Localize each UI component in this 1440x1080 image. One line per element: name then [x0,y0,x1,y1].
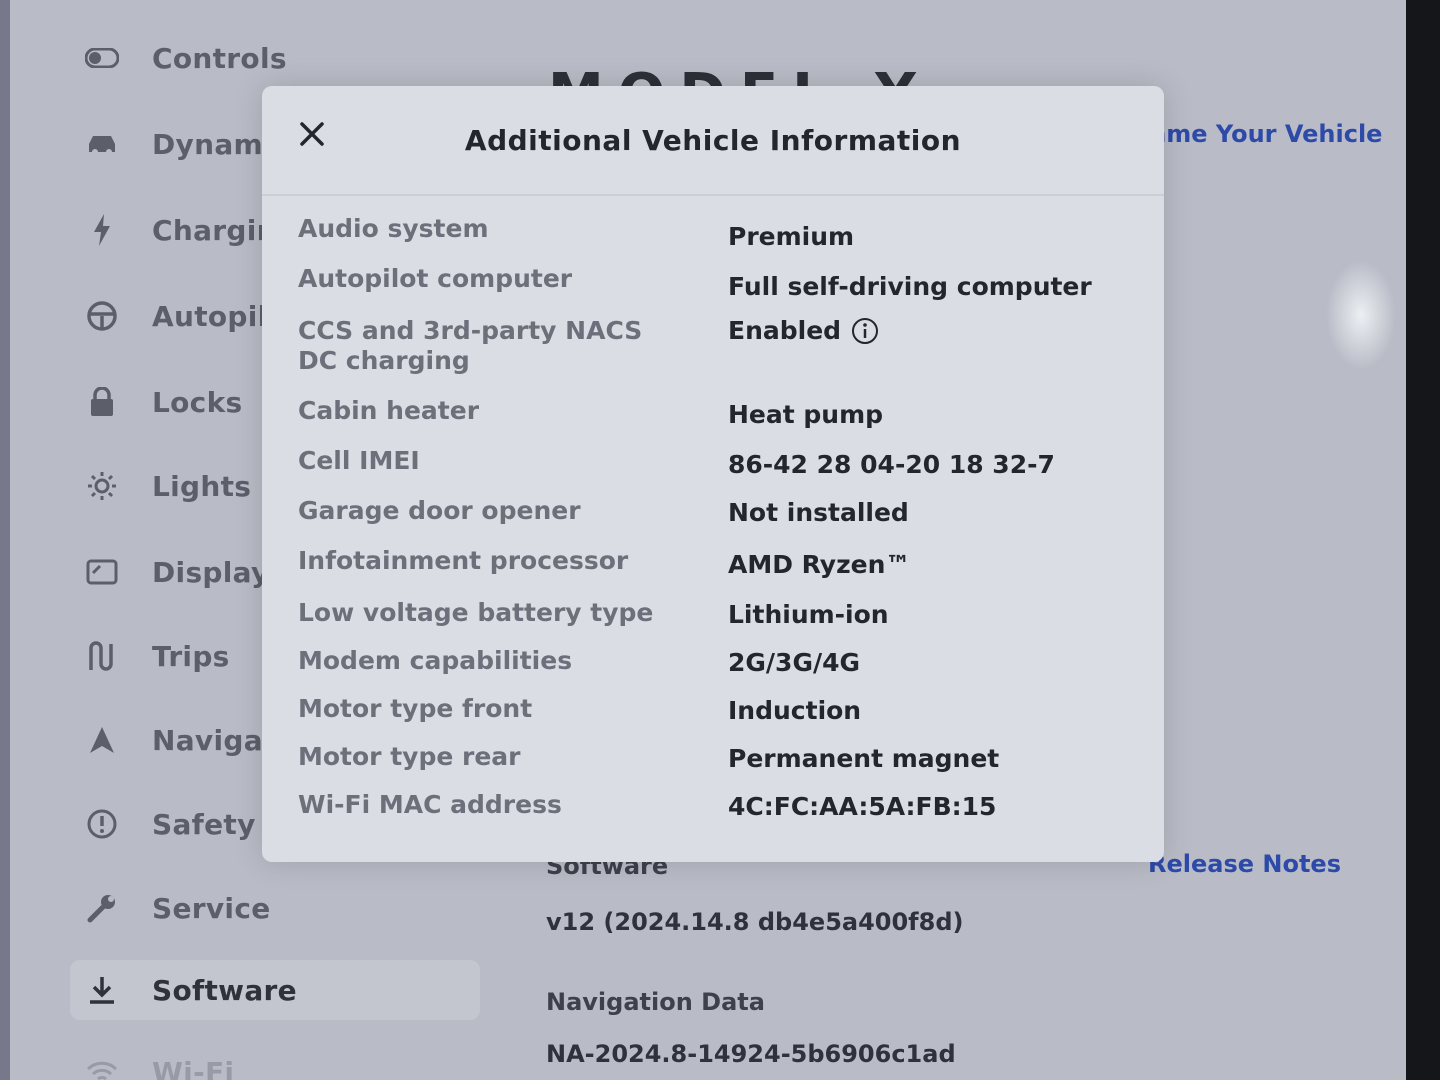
info-value: 4C:FC:AA:5A:FB:15 [728,792,997,821]
lightning-icon [82,210,122,250]
lock-icon [82,382,122,422]
software-version: v12 (2024.14.8 db4e5a400f8d) [546,908,964,936]
modal-title: Additional Vehicle Information [464,124,962,157]
sidebar-item-label: Display [152,555,270,589]
screen-glare [1326,260,1396,370]
trips-icon [82,636,122,676]
info-key: Wi-Fi MAC address [298,790,562,819]
info-icon[interactable] [851,317,879,345]
info-value: Lithium-ion [728,600,889,629]
info-value: Permanent magnet [728,744,1000,773]
info-value: Enabled [728,316,842,345]
wifi-icon [82,1052,122,1080]
info-value: Premium [728,222,855,251]
sidebar-item-label: Lights [152,469,252,503]
info-value: AMD Ryzen™ [728,550,911,579]
info-value: 86-42 28 04-20 18 32-7 [728,450,1055,479]
screen-bezel [1406,0,1440,1080]
info-key: Motor type front [298,694,533,723]
toggle-icon [82,38,122,78]
sidebar-item-label: Software [152,973,297,1007]
sidebar-item-software[interactable]: Software [70,960,480,1020]
modal-header: Additional Vehicle Information [262,86,1164,196]
sidebar-item-service[interactable]: Service [70,878,480,938]
info-key: CCS and 3rd-party NACS DC charging [298,316,643,375]
navigation-data-label: Navigation Data [546,988,765,1016]
wrench-icon [82,888,122,928]
info-key: Autopilot computer [298,264,573,293]
sidebar-item-label: Controls [152,41,287,75]
info-value: 2G/3G/4G [728,648,861,677]
sidebar-item-label: Wi-Fi [152,1055,235,1080]
sidebar-item-controls[interactable]: Controls [70,28,480,88]
info-key: Low voltage battery type [298,598,654,627]
display-icon [82,552,122,592]
additional-info-modal: Additional Vehicle Information Audio sys… [262,86,1164,862]
steering-wheel-icon [82,296,122,336]
release-notes-link[interactable]: Release Notes [1148,850,1341,878]
info-key: Cabin heater [298,396,480,425]
sidebar-item-label: Safety [152,807,256,841]
info-key: Cell IMEI [298,446,420,475]
car-icon [82,124,122,164]
info-value: Heat pump [728,400,884,429]
info-value: Full self-driving computer [728,272,1092,301]
sidebar-item-label: Service [152,891,271,925]
safety-icon [82,804,122,844]
download-icon [82,970,122,1010]
info-value: Not installed [728,498,909,527]
info-key: Infotainment processor [298,546,629,575]
sun-icon [82,466,122,506]
info-key: Modem capabilities [298,646,573,675]
sidebar-item-label: Trips [152,639,230,673]
info-value-wrap: Enabled [728,316,1148,346]
info-key: Audio system [298,214,489,243]
navigation-data-value: NA-2024.8-14924-5b6906c1ad [546,1040,956,1068]
info-key: Garage door opener [298,496,581,525]
info-key: Motor type rear [298,742,521,771]
name-vehicle-link[interactable]: Name Your Vehicle [1130,120,1382,148]
screen-edge [0,0,10,1080]
sidebar-item-wifi[interactable]: Wi-Fi [70,1042,480,1080]
sidebar-item-label: Locks [152,385,243,419]
info-value: Induction [728,696,862,725]
navigation-icon [82,720,122,760]
